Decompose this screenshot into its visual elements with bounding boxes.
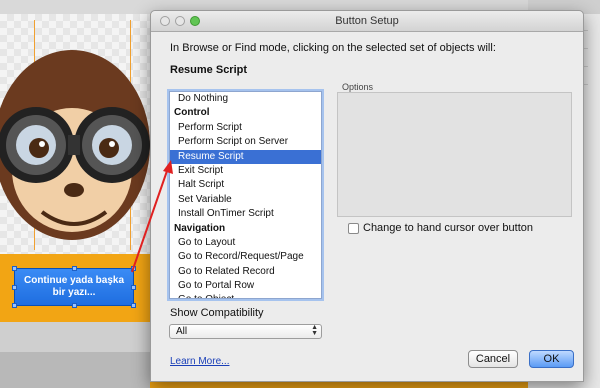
- resize-handle[interactable]: [131, 285, 136, 290]
- list-item[interactable]: Install OnTimer Script: [170, 207, 321, 221]
- list-item[interactable]: Exit Script: [170, 164, 321, 178]
- list-item[interactable]: Do Nothing: [170, 92, 321, 106]
- status-area: [0, 322, 150, 388]
- list-item[interactable]: Perform Script on Server: [170, 135, 321, 149]
- dialog-title: Button Setup: [335, 15, 399, 27]
- instruction-text: In Browse or Find mode, clicking on the …: [170, 42, 496, 54]
- layout-button[interactable]: Continue yada başka bir yazı...: [14, 268, 134, 306]
- list-item[interactable]: Resume Script: [170, 149, 321, 164]
- resize-handle[interactable]: [12, 266, 17, 271]
- compatibility-select[interactable]: All ▲ ▼: [169, 324, 322, 339]
- compatibility-value: All: [176, 326, 188, 337]
- button-setup-dialog: Button Setup In Browse or Find mode, cli…: [150, 10, 584, 382]
- curious-george-image: [0, 50, 150, 240]
- learn-more-link[interactable]: Learn More...: [170, 356, 229, 367]
- list-item[interactable]: Go to Portal Row: [170, 279, 321, 293]
- selected-action-name: Resume Script: [170, 64, 248, 76]
- list-group-header: Control: [174, 107, 210, 119]
- resize-handle[interactable]: [131, 266, 136, 271]
- layout-button-label: Continue yada başka bir yazı...: [23, 275, 125, 298]
- list-group-header: Navigation: [174, 222, 226, 234]
- action-list[interactable]: Do Nothing Control Perform Script Perform S…: [169, 91, 322, 299]
- options-label: Options: [342, 82, 374, 92]
- hand-cursor-checkbox[interactable]: [348, 223, 359, 234]
- cancel-button[interactable]: Cancel: [468, 350, 518, 368]
- resize-handle[interactable]: [72, 303, 77, 308]
- select-arrows-icon: ▲ ▼: [311, 324, 318, 337]
- list-item[interactable]: Go to Related Record: [170, 265, 321, 279]
- list-item[interactable]: Go to Object: [170, 293, 321, 298]
- hand-cursor-label[interactable]: Change to hand cursor over button: [363, 222, 533, 234]
- resize-handle[interactable]: [12, 285, 17, 290]
- resize-handle[interactable]: [131, 303, 136, 308]
- ok-button[interactable]: OK: [529, 350, 574, 368]
- dialog-titlebar[interactable]: Button Setup: [151, 11, 583, 32]
- list-item[interactable]: Halt Script: [170, 178, 321, 192]
- list-item[interactable]: Go to Layout: [170, 236, 321, 250]
- compatibility-label: Show Compatibility: [170, 307, 264, 319]
- resize-handle[interactable]: [72, 266, 77, 271]
- list-item[interactable]: Perform Script: [170, 121, 321, 135]
- options-panel: [337, 92, 572, 217]
- resize-handle[interactable]: [12, 303, 17, 308]
- list-item[interactable]: Set Variable: [170, 193, 321, 207]
- list-item[interactable]: Go to Record/Request/Page: [170, 250, 321, 264]
